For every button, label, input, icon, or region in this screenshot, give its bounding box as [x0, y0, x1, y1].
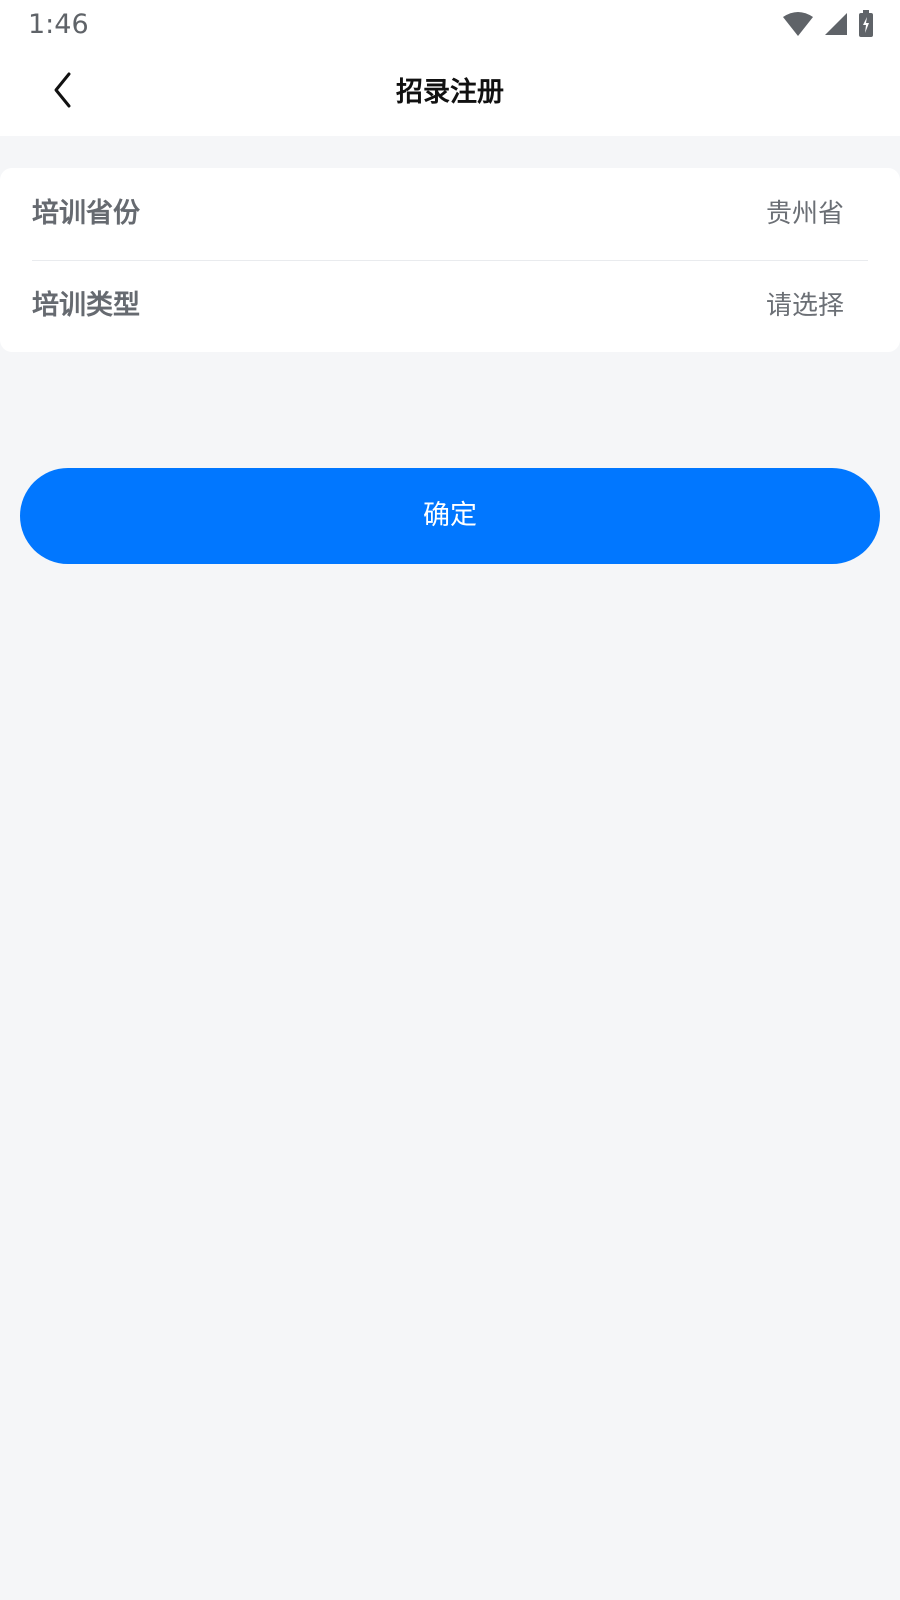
status-bar: 1:46 — [0, 0, 900, 50]
signal-icon — [824, 12, 848, 36]
training-province-row[interactable]: 培训省份 贵州省 — [32, 168, 868, 261]
header-bar: 招录注册 — [0, 50, 900, 136]
training-type-label: 培训类型 — [32, 290, 140, 321]
status-icons — [782, 10, 874, 38]
training-type-row[interactable]: 培训类型 请选择 — [32, 260, 868, 352]
training-type-value: 请选择 — [765, 291, 844, 321]
form-card: 培训省份 贵州省 培训类型 请选择 — [0, 168, 900, 352]
page-title: 招录注册 — [396, 77, 504, 108]
back-button[interactable] — [40, 64, 84, 120]
training-province-label: 培训省份 — [32, 198, 140, 229]
training-province-value: 贵州省 — [765, 199, 844, 229]
status-time: 1:46 — [28, 9, 89, 40]
confirm-button[interactable]: 确定 — [20, 468, 880, 564]
chevron-left-icon — [51, 71, 73, 113]
wifi-icon — [782, 11, 814, 37]
battery-charging-icon — [858, 10, 874, 38]
